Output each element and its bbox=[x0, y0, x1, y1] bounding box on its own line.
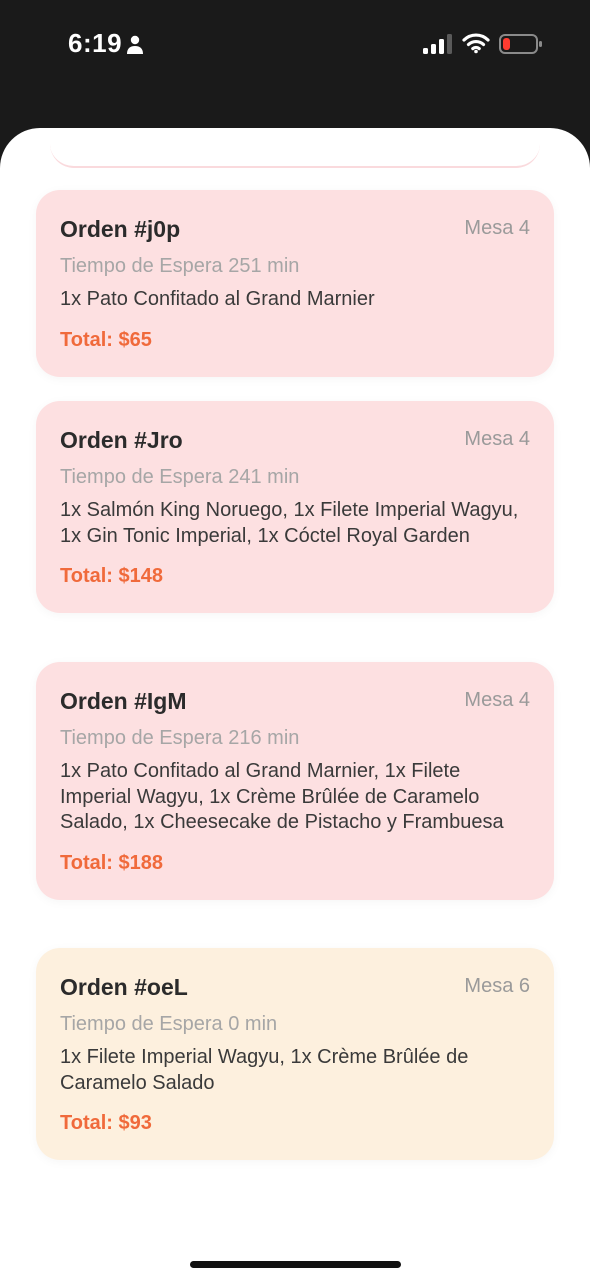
order-title: Orden #Jro bbox=[60, 427, 183, 453]
order-table: Mesa 4 bbox=[464, 689, 530, 711]
order-wait-time: Tiempo de Espera 0 min bbox=[60, 1013, 278, 1035]
order-wait-time: Tiempo de Espera 241 min bbox=[60, 466, 300, 488]
order-total: Total: $93 bbox=[60, 1112, 152, 1134]
order-table: Mesa 4 bbox=[464, 428, 530, 450]
order-title: Orden #j0p bbox=[60, 216, 181, 242]
order-table: Mesa 4 bbox=[464, 217, 530, 239]
home-indicator[interactable] bbox=[190, 1261, 401, 1268]
order-card[interactable]: Orden #oeL Mesa 6 Tiempo de Espera 0 min… bbox=[36, 948, 554, 1160]
order-card[interactable]: Orden #IgM Mesa 4 Tiempo de Espera 216 m… bbox=[36, 662, 554, 900]
previous-card-edge bbox=[50, 128, 540, 168]
order-table: Mesa 6 bbox=[464, 975, 530, 997]
order-total: Total: $188 bbox=[60, 851, 163, 874]
status-bar: 6:19 bbox=[0, 0, 590, 128]
order-card[interactable]: Orden #Jro Mesa 4 Tiempo de Espera 241 m… bbox=[36, 401, 554, 613]
person-icon bbox=[127, 35, 143, 54]
wifi-icon bbox=[462, 33, 490, 54]
order-card[interactable]: Orden #j0p Mesa 4 Tiempo de Espera 251 m… bbox=[36, 190, 554, 377]
orders-sheet[interactable]: Orden #j0p Mesa 4 Tiempo de Espera 251 m… bbox=[0, 128, 590, 1280]
order-items: 1x Salmón King Noruego, 1x Filete Imperi… bbox=[60, 499, 519, 547]
order-total: Total: $148 bbox=[60, 565, 163, 587]
signal-icon bbox=[423, 34, 452, 54]
order-title: Orden #oeL bbox=[60, 974, 188, 1000]
order-wait-time: Tiempo de Espera 251 min bbox=[60, 255, 300, 277]
order-items: 1x Pato Confitado al Grand Marnier, 1x F… bbox=[60, 760, 504, 833]
status-time: 6:19 bbox=[68, 28, 123, 58]
order-title: Orden #IgM bbox=[60, 688, 187, 714]
order-wait-time: Tiempo de Espera 216 min bbox=[60, 727, 300, 749]
order-items: 1x Filete Imperial Wagyu, 1x Crème Brûlé… bbox=[60, 1046, 469, 1094]
order-total: Total: $65 bbox=[60, 328, 152, 351]
order-items: 1x Pato Confitado al Grand Marnier bbox=[60, 288, 375, 310]
battery-icon bbox=[499, 34, 542, 54]
